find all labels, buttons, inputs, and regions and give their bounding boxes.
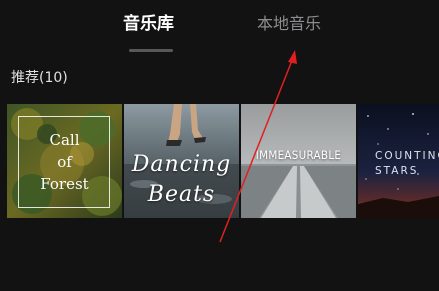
album-art-starry-sky bbox=[358, 104, 439, 218]
recommended-section-title: 推荐(10) bbox=[11, 70, 68, 86]
tab-music-library[interactable]: 音乐库 bbox=[123, 13, 174, 35]
music-app-screen: 音乐库 本地音乐 推荐(10) Call of Forest Dancing B… bbox=[0, 0, 439, 291]
album-card-dancing-beats[interactable]: Dancing Beats bbox=[124, 104, 239, 218]
album-card-call-of-forest[interactable]: Call of Forest bbox=[7, 104, 122, 218]
album-title-frame bbox=[18, 116, 110, 208]
tab-local-music[interactable]: 本地音乐 bbox=[257, 13, 321, 35]
album-card-counting-stars[interactable]: COUNTING STARS bbox=[358, 104, 439, 218]
album-card-immeasurable[interactable]: IMMEASURABLE bbox=[241, 104, 356, 218]
album-art-dancer-feet bbox=[124, 104, 239, 218]
active-tab-indicator bbox=[129, 49, 173, 52]
album-art-snow-road bbox=[241, 104, 356, 218]
